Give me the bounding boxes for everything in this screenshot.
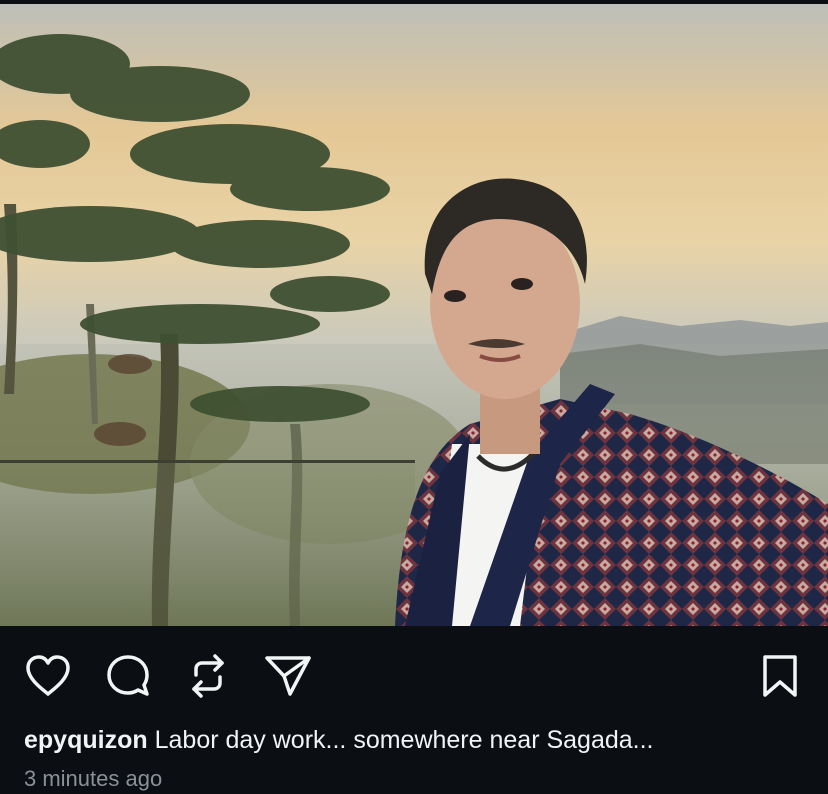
comment-icon (107, 655, 149, 696)
heart-icon (26, 655, 70, 696)
photo-illustration (0, 4, 828, 626)
post-caption: epyquizon Labor day work... somewhere nea… (24, 722, 814, 762)
save-button[interactable] (756, 652, 804, 700)
repost-icon (192, 654, 224, 698)
like-button[interactable] (24, 652, 72, 700)
send-icon (265, 656, 311, 696)
bookmark-icon (763, 655, 797, 697)
comment-button[interactable] (104, 652, 152, 700)
username-link[interactable]: epyquizon (24, 726, 148, 754)
post-image[interactable] (0, 4, 828, 626)
share-button[interactable] (264, 652, 312, 700)
caption-text: Labor day work... somewhere near Sagada.… (154, 726, 654, 754)
repost-button[interactable] (184, 652, 232, 700)
post-timestamp: 3 minutes ago (24, 766, 163, 791)
